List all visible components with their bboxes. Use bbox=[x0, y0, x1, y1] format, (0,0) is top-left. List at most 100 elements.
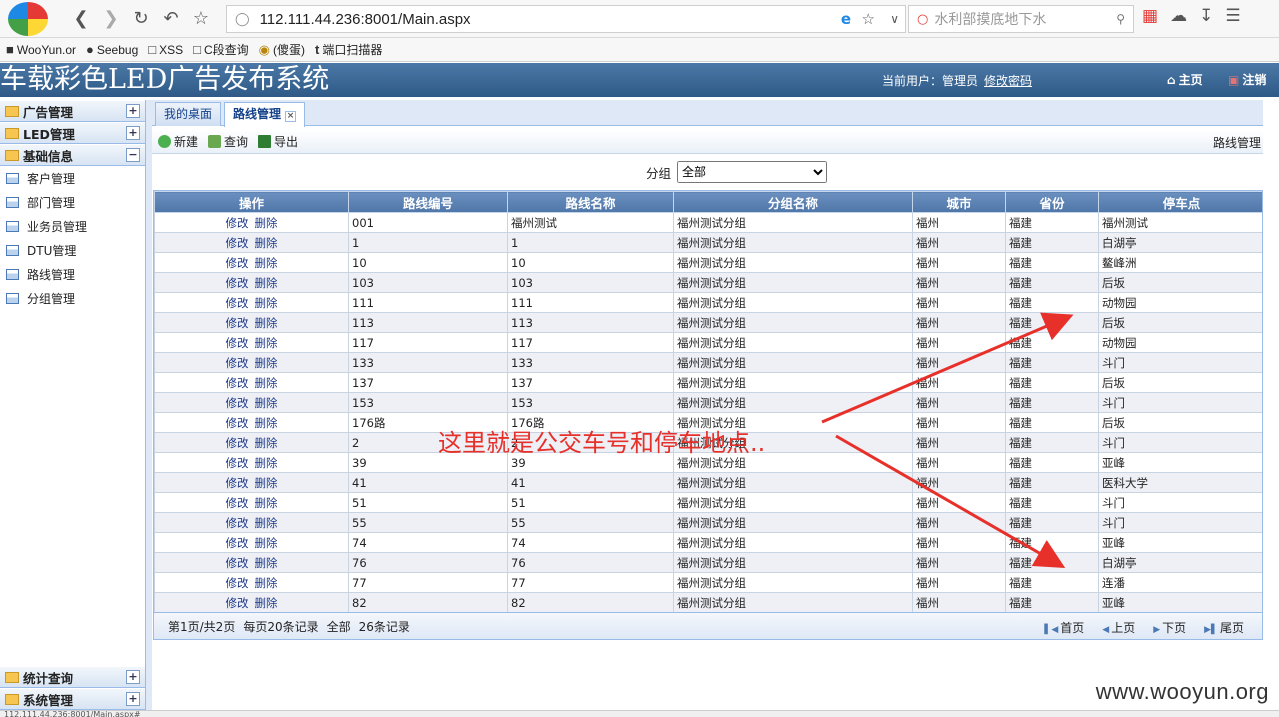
delete-link[interactable]: 删除 bbox=[255, 536, 278, 550]
delete-link[interactable]: 删除 bbox=[255, 296, 278, 310]
sidebar-item-groups[interactable]: 分组管理 bbox=[0, 286, 145, 310]
expand-icon[interactable]: + bbox=[126, 670, 140, 684]
browser-logo-icon[interactable] bbox=[8, 1, 48, 36]
expand-icon[interactable]: + bbox=[126, 126, 140, 140]
search-icon[interactable]: ⚲ bbox=[1116, 12, 1125, 26]
search-input[interactable]: 水利部摸底地下水 bbox=[934, 9, 1046, 29]
edit-link[interactable]: 修改 bbox=[226, 376, 249, 390]
expand-icon[interactable]: + bbox=[126, 692, 140, 706]
table-row[interactable]: 修改 删除 74 74 福州测试分组 福州 福建 亚峰 bbox=[154, 532, 1262, 553]
chevron-down-icon[interactable]: ∨ bbox=[890, 12, 899, 26]
edit-link[interactable]: 修改 bbox=[226, 436, 249, 450]
cloud-icon[interactable]: ☁ bbox=[1170, 6, 1187, 26]
edit-link[interactable]: 修改 bbox=[226, 416, 249, 430]
table-row[interactable]: 修改 删除 82 82 福州测试分组 福州 福建 亚峰 bbox=[154, 592, 1262, 613]
col-header[interactable]: 路线名称 bbox=[507, 191, 674, 213]
query-button[interactable]: 查询 bbox=[208, 133, 248, 150]
delete-link[interactable]: 删除 bbox=[255, 496, 278, 510]
close-icon[interactable]: × bbox=[285, 111, 297, 122]
table-row[interactable]: 修改 删除 41 41 福州测试分组 福州 福建 医科大学 bbox=[154, 472, 1262, 493]
sidebar-item-routes[interactable]: 路线管理 bbox=[0, 262, 145, 286]
col-header[interactable]: 操作 bbox=[154, 191, 349, 213]
edit-link[interactable]: 修改 bbox=[226, 296, 249, 310]
table-row[interactable]: 修改 删除 77 77 福州测试分组 福州 福建 连潘 bbox=[154, 572, 1262, 593]
table-row[interactable]: 修改 删除 103 103 福州测试分组 福州 福建 后坂 bbox=[154, 272, 1262, 293]
address-url[interactable]: 112.111.44.236:8001/Main.aspx bbox=[260, 11, 471, 28]
edit-link[interactable]: 修改 bbox=[226, 216, 249, 230]
delete-link[interactable]: 删除 bbox=[255, 396, 278, 410]
edit-link[interactable]: 修改 bbox=[226, 576, 249, 590]
sidebar-group-statistics[interactable]: 统计查询 + bbox=[0, 666, 145, 688]
download-icon[interactable]: ↧ bbox=[1199, 6, 1213, 26]
delete-link[interactable]: 删除 bbox=[255, 476, 278, 490]
expand-icon[interactable]: + bbox=[126, 104, 140, 118]
table-row[interactable]: 修改 删除 001 福州测试 福州测试分组 福州 福建 福州测试 bbox=[154, 212, 1262, 233]
bookmark-seebug[interactable]: ● Seebug bbox=[86, 42, 138, 57]
table-row[interactable]: 修改 删除 51 51 福州测试分组 福州 福建 斗门 bbox=[154, 492, 1262, 513]
delete-link[interactable]: 删除 bbox=[255, 576, 278, 590]
table-row[interactable]: 修改 删除 55 55 福州测试分组 福州 福建 斗门 bbox=[154, 512, 1262, 533]
sidebar-item-customers[interactable]: 客户管理 bbox=[0, 166, 145, 190]
col-header[interactable]: 停车点 bbox=[1098, 191, 1262, 213]
ie-mode-icon[interactable]: e bbox=[841, 10, 851, 28]
col-header[interactable]: 省份 bbox=[1005, 191, 1099, 213]
col-header[interactable]: 路线编号 bbox=[348, 191, 508, 213]
bookmark-port-scanner[interactable]: t 端口扫描器 bbox=[315, 41, 382, 58]
change-password-link[interactable]: 修改密码 bbox=[984, 74, 1032, 88]
home-link[interactable]: ⌂ 主页 bbox=[1167, 71, 1203, 88]
table-row[interactable]: 修改 删除 10 10 福州测试分组 福州 福建 鳌峰洲 bbox=[154, 252, 1262, 273]
col-header[interactable]: 分组名称 bbox=[673, 191, 913, 213]
last-page-button[interactable]: 尾页 bbox=[1204, 619, 1244, 636]
new-button[interactable]: 新建 bbox=[158, 133, 198, 150]
edit-link[interactable]: 修改 bbox=[226, 336, 249, 350]
col-header[interactable]: 城市 bbox=[912, 191, 1006, 213]
edit-link[interactable]: 修改 bbox=[226, 516, 249, 530]
edit-link[interactable]: 修改 bbox=[226, 596, 249, 610]
search-box[interactable]: ○ 水利部摸底地下水 ⚲ bbox=[908, 5, 1134, 33]
edit-link[interactable]: 修改 bbox=[226, 476, 249, 490]
delete-link[interactable]: 删除 bbox=[255, 356, 278, 370]
bookmark-wooyun[interactable]: ■ WooYun.or bbox=[6, 42, 76, 57]
edit-link[interactable]: 修改 bbox=[226, 456, 249, 470]
collapse-icon[interactable]: − bbox=[126, 148, 140, 162]
sidebar-group-system[interactable]: 系统管理 + bbox=[0, 688, 145, 710]
favorite-icon[interactable]: ☆ bbox=[862, 10, 875, 28]
sidebar-item-salespeople[interactable]: 业务员管理 bbox=[0, 214, 145, 238]
delete-link[interactable]: 删除 bbox=[255, 336, 278, 350]
edit-link[interactable]: 修改 bbox=[226, 396, 249, 410]
apps-grid-icon[interactable]: ▦ bbox=[1142, 6, 1158, 26]
sidebar-group-basic-info[interactable]: 基础信息 − bbox=[0, 144, 145, 166]
address-bar[interactable]: ◯ 112.111.44.236:8001/Main.aspx e ☆ ∨ bbox=[226, 5, 906, 33]
bookmark-star-icon[interactable]: ☆ bbox=[186, 4, 216, 34]
table-row[interactable]: 修改 删除 137 137 福州测试分组 福州 福建 后坂 bbox=[154, 372, 1262, 393]
delete-link[interactable]: 删除 bbox=[255, 516, 278, 530]
delete-link[interactable]: 删除 bbox=[255, 316, 278, 330]
edit-link[interactable]: 修改 bbox=[226, 256, 249, 270]
edit-link[interactable]: 修改 bbox=[226, 496, 249, 510]
sidebar-group-ads[interactable]: 广告管理 + bbox=[0, 100, 145, 122]
sidebar-item-dtu[interactable]: DTU管理 bbox=[0, 238, 145, 262]
prev-page-button[interactable]: 上页 bbox=[1102, 619, 1135, 636]
bookmark-c-segment[interactable]: □ C段查询 bbox=[193, 41, 249, 58]
delete-link[interactable]: 删除 bbox=[255, 556, 278, 570]
export-button[interactable]: 导出 bbox=[258, 133, 298, 150]
edit-link[interactable]: 修改 bbox=[226, 316, 249, 330]
bookmark-shodan[interactable]: ◉ (傻蛋) bbox=[259, 41, 305, 58]
group-select[interactable]: 全部 bbox=[677, 161, 828, 183]
edit-link[interactable]: 修改 bbox=[226, 276, 249, 290]
menu-icon[interactable]: ☰ bbox=[1225, 6, 1240, 26]
delete-link[interactable]: 删除 bbox=[255, 376, 278, 390]
edit-link[interactable]: 修改 bbox=[226, 556, 249, 570]
table-row[interactable]: 修改 删除 117 117 福州测试分组 福州 福建 动物园 bbox=[154, 332, 1262, 353]
table-row[interactable]: 修改 删除 113 113 福州测试分组 福州 福建 后坂 bbox=[154, 312, 1262, 333]
bookmark-xss[interactable]: □ XSS bbox=[148, 42, 183, 57]
edit-link[interactable]: 修改 bbox=[226, 356, 249, 370]
next-page-button[interactable]: 下页 bbox=[1153, 619, 1186, 636]
reload-icon[interactable]: ↻ bbox=[126, 4, 156, 34]
delete-link[interactable]: 删除 bbox=[255, 596, 278, 610]
delete-link[interactable]: 删除 bbox=[255, 276, 278, 290]
logout-link[interactable]: ▣ 注销 bbox=[1228, 71, 1266, 88]
table-row[interactable]: 修改 删除 133 133 福州测试分组 福州 福建 斗门 bbox=[154, 352, 1262, 373]
sidebar-group-led[interactable]: LED管理 + bbox=[0, 122, 145, 144]
table-row[interactable]: 修改 删除 76 76 福州测试分组 福州 福建 白湖亭 bbox=[154, 552, 1262, 573]
